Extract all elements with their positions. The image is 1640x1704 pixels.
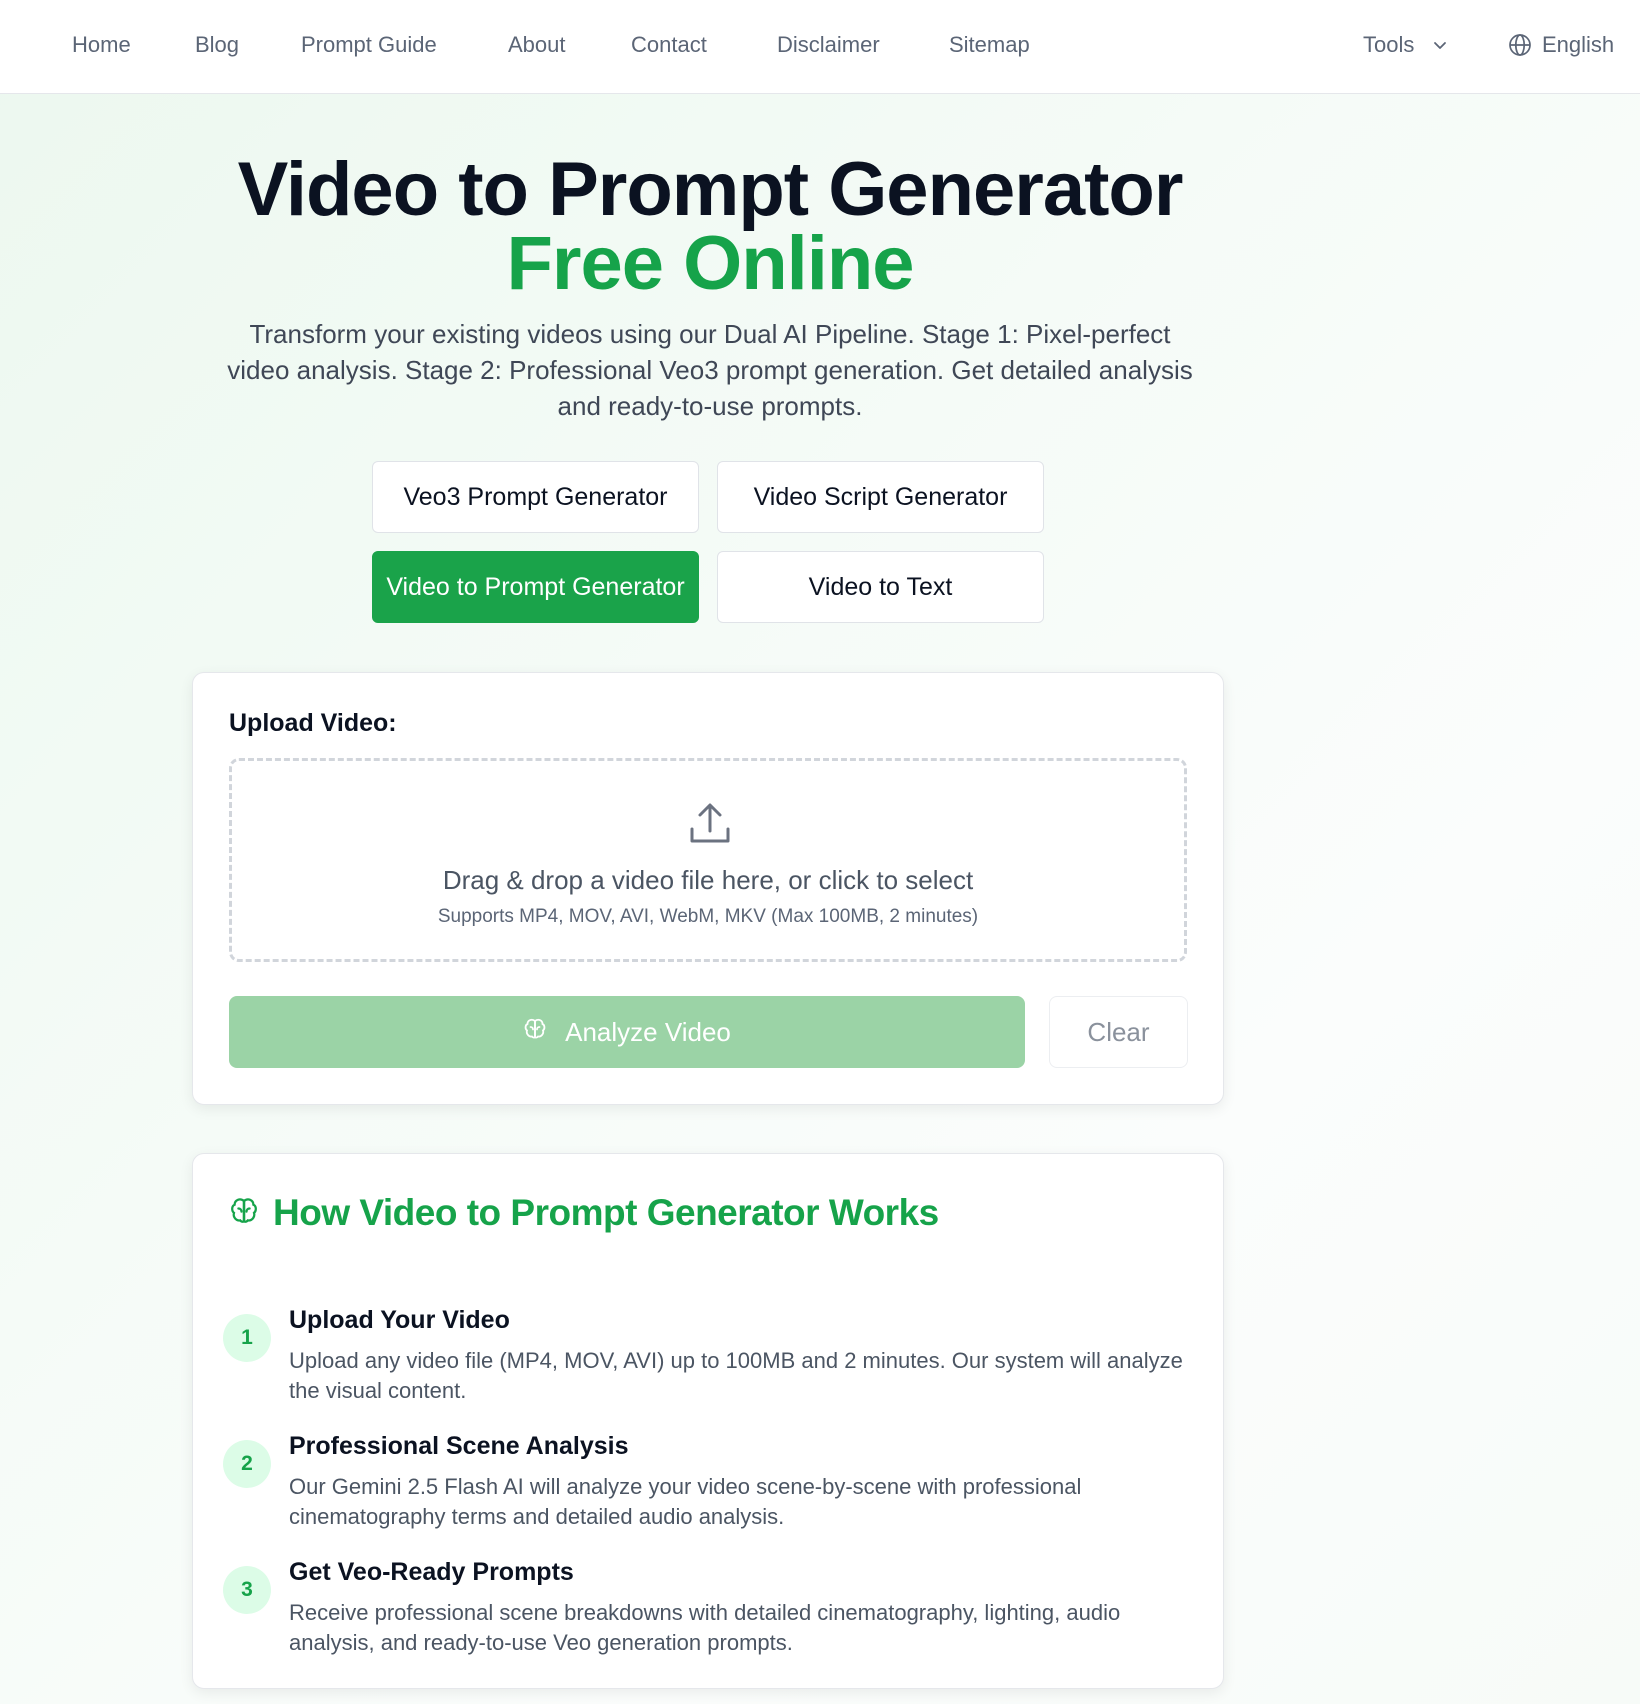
chevron-down-icon	[1432, 37, 1448, 53]
upload-label: Upload Video:	[229, 709, 397, 737]
step-description: Upload any video file (MP4, MOV, AVI) up…	[289, 1348, 1183, 1403]
how-it-works-card: How Video to Prompt Generator Works 1 Up…	[192, 1153, 1224, 1689]
step-number: 2	[223, 1440, 271, 1488]
nav-link-prompt-guide[interactable]: Prompt Guide	[301, 28, 437, 62]
video-dropzone[interactable]: Drag & drop a video file here, or click …	[229, 758, 1187, 962]
clear-label: Clear	[1087, 1016, 1150, 1047]
step-title: Upload Your Video	[289, 1306, 510, 1334]
globe-icon	[1508, 33, 1532, 57]
tools-label: Tools	[1363, 32, 1415, 57]
page-title: Video to Prompt Generator	[237, 147, 1184, 232]
tool-video-to-text[interactable]: Video to Text	[717, 551, 1044, 623]
analyze-label: Analyze Video	[565, 1016, 731, 1047]
step-number: 1	[223, 1314, 271, 1362]
how-it-works-title: How Video to Prompt Generator Works	[273, 1192, 939, 1233]
step-description: Receive professional scene breakdowns wi…	[289, 1600, 1121, 1655]
tool-label: Video to Prompt Generator	[386, 572, 685, 601]
clear-button[interactable]: Clear	[1049, 996, 1188, 1068]
tool-video-to-prompt-generator[interactable]: Video to Prompt Generator	[372, 551, 699, 623]
brain-icon	[523, 1017, 547, 1048]
upload-icon	[688, 801, 732, 850]
upload-card: Upload Video: Drag & drop a video file h…	[192, 672, 1224, 1105]
step-title: Get Veo-Ready Prompts	[289, 1558, 574, 1586]
tool-video-script-generator[interactable]: Video Script Generator	[717, 461, 1044, 533]
nav-link-contact[interactable]: Contact	[631, 28, 707, 62]
nav-link-about[interactable]: About	[508, 28, 566, 62]
tool-label: Video to Text	[808, 572, 953, 601]
language-label: English	[1542, 32, 1615, 57]
nav-link-sitemap[interactable]: Sitemap	[949, 28, 1030, 62]
language-selector[interactable]: English	[1508, 28, 1614, 62]
top-nav: Home Blog Prompt Guide About Contact Dis…	[0, 0, 1640, 94]
step-title: Professional Scene Analysis	[289, 1432, 629, 1460]
how-it-works-heading: How Video to Prompt Generator Works	[229, 1192, 939, 1234]
tool-label: Veo3 Prompt Generator	[403, 482, 668, 511]
tool-veo3-prompt-generator[interactable]: Veo3 Prompt Generator	[372, 461, 699, 533]
nav-link-blog[interactable]: Blog	[195, 28, 239, 62]
step-description: Our Gemini 2.5 Flash AI will analyze you…	[289, 1474, 1082, 1529]
hero-description: Transform your existing videos using our…	[227, 319, 1193, 421]
dropzone-subtext: Supports MP4, MOV, AVI, WebM, MKV (Max 1…	[437, 906, 979, 927]
tool-label: Video Script Generator	[753, 482, 1008, 511]
nav-link-disclaimer[interactable]: Disclaimer	[777, 28, 880, 62]
analyze-video-button[interactable]: Analyze Video	[229, 996, 1025, 1068]
step-number: 3	[223, 1566, 271, 1614]
page-title-accent: Free Online	[506, 221, 914, 306]
dropzone-text: Drag & drop a video file here, or click …	[442, 865, 974, 895]
tools-dropdown[interactable]: Tools	[1363, 28, 1448, 62]
nav-link-home[interactable]: Home	[72, 28, 131, 62]
brain-icon	[229, 1196, 259, 1231]
